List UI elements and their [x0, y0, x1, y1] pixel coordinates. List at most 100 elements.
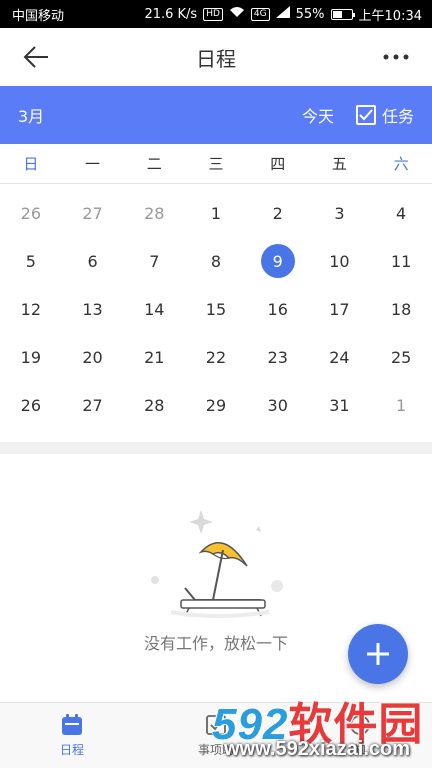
- calendar-day-number: 27: [82, 203, 103, 223]
- calendar-day-number: 22: [205, 347, 227, 367]
- calendar-day[interactable]: 13: [62, 285, 124, 333]
- calendar-day-number: 2: [272, 203, 283, 223]
- calendar-day[interactable]: 8: [185, 237, 247, 285]
- calendar-day[interactable]: 25: [370, 333, 432, 381]
- calendar-day[interactable]: 11: [370, 237, 432, 285]
- calendar-icon: [62, 714, 82, 735]
- calendar-day-selected[interactable]: 9: [247, 237, 309, 285]
- calendar-day[interactable]: 18: [370, 285, 432, 333]
- info-icon: [350, 715, 370, 735]
- task-assistant-icon: [206, 715, 226, 735]
- calendar-grid: 26 27 28 1 2 3 4 5 6 7 8 9 10 11 12 13 14 15 16 17 18 19 20 21 2…: [0, 184, 432, 440]
- calendar-day[interactable]: 30: [247, 381, 309, 429]
- weekday-label: 六: [393, 155, 409, 173]
- calendar-day-number: 14: [144, 299, 165, 319]
- page-title: 日程: [196, 46, 236, 71]
- calendar-day[interactable]: 21: [123, 333, 185, 381]
- calendar-day[interactable]: 7: [123, 237, 185, 285]
- calendar-day[interactable]: 17: [309, 285, 371, 333]
- battery-fill: [332, 10, 343, 18]
- nav-label-tasks: 事项助: [197, 743, 234, 757]
- calendar-day[interactable]: 27: [62, 189, 124, 237]
- calendar-day-number: 27: [82, 395, 103, 415]
- network-speed: 21.6 K/s: [144, 6, 198, 22]
- calendar-day[interactable]: 26: [0, 189, 62, 237]
- task-checkbox[interactable]: [355, 105, 376, 125]
- carrier-label: 中国移动: [12, 8, 65, 24]
- empty-state-text: 没有工作，放松一下: [143, 634, 288, 653]
- calendar-day[interactable]: 14: [123, 285, 185, 333]
- battery-icon: [330, 8, 355, 20]
- calendar-day-number: 29: [205, 395, 227, 415]
- battery-percent: 55%: [295, 6, 325, 22]
- weekday-label: 三: [208, 155, 224, 173]
- calendar-day-number: 3: [334, 203, 345, 223]
- calendar-day[interactable]: 28: [123, 381, 185, 429]
- calendar-day[interactable]: 4: [370, 189, 432, 237]
- calendar-day[interactable]: 16: [247, 285, 309, 333]
- beach-umbrella-icon: [151, 510, 283, 618]
- calendar-day[interactable]: 12: [0, 285, 62, 333]
- calendar-day[interactable]: 27: [62, 381, 124, 429]
- calendar-day[interactable]: 29: [185, 381, 247, 429]
- calendar-day[interactable]: 6: [62, 237, 124, 285]
- weekday-label: 二: [146, 155, 162, 173]
- calendar-day-number: 4: [396, 203, 407, 223]
- month-bar-actions: 今天 任务: [302, 103, 414, 127]
- calendar-day[interactable]: 10: [309, 237, 371, 285]
- calendar-day[interactable]: 5: [0, 237, 62, 285]
- today-button[interactable]: 今天: [302, 103, 334, 127]
- calendar-day-number: 10: [329, 251, 350, 271]
- calendar-day-number: 11: [390, 251, 412, 271]
- nav-item-info[interactable]: 知: [288, 703, 432, 768]
- calendar-day[interactable]: 23: [247, 333, 309, 381]
- wifi-icon: [229, 6, 245, 22]
- calendar-day-number: 28: [144, 203, 165, 223]
- calendar-day[interactable]: 22: [185, 333, 247, 381]
- calendar-day[interactable]: 24: [309, 333, 371, 381]
- calendar-day-number: 17: [329, 299, 350, 319]
- add-schedule-button[interactable]: [348, 624, 408, 684]
- calendar-day[interactable]: 3: [309, 189, 371, 237]
- calendar-day-number: 8: [210, 251, 222, 271]
- calendar-day-number: 30: [267, 395, 288, 415]
- calendar-day-number: 1: [396, 395, 407, 415]
- weekday-label: 一: [85, 155, 101, 173]
- calendar-day[interactable]: 20: [62, 333, 124, 381]
- calendar-day[interactable]: 1: [185, 189, 247, 237]
- check-icon: [359, 109, 373, 121]
- calendar-day-number: 26: [20, 203, 42, 223]
- calendar-day[interactable]: 19: [0, 333, 62, 381]
- nav-item-schedule[interactable]: 日程: [0, 703, 144, 768]
- task-toggle[interactable]: 任务: [355, 103, 414, 127]
- calendar-day-number: 12: [20, 299, 42, 319]
- back-button[interactable]: [16, 37, 56, 77]
- calendar-day-number: 23: [267, 347, 288, 367]
- calendar-day[interactable]: 28: [123, 189, 185, 237]
- calendar-day-number: 19: [20, 347, 42, 367]
- calendar-day-number: 6: [87, 251, 98, 271]
- month-bar: 3月 今天 任务: [0, 86, 432, 144]
- arrow-left-icon: [23, 46, 48, 68]
- calendar-day[interactable]: 15: [185, 285, 247, 333]
- calendar-day-number: 7: [149, 251, 160, 271]
- nav-label-schedule: 日程: [59, 743, 84, 757]
- more-dots-icon: [383, 54, 409, 60]
- calendar-day-number: 24: [329, 347, 350, 367]
- calendar-day[interactable]: 2: [247, 189, 309, 237]
- status-indicators: 21.6 K/s HD 4G 55% 上午10:34: [144, 5, 422, 24]
- calendar-day-number: 25: [390, 347, 412, 367]
- nav-item-tasks[interactable]: 事项助: [144, 703, 288, 768]
- calendar-day-number: 1: [210, 203, 222, 223]
- weekday-label: 五: [331, 155, 347, 173]
- calendar-day[interactable]: 1: [370, 381, 432, 429]
- calendar-day[interactable]: 31: [309, 381, 371, 429]
- weekday-header: 日一二三四五六: [0, 144, 432, 184]
- calendar-day-number: 18: [390, 299, 412, 319]
- weekday-label: 四: [270, 155, 286, 173]
- more-button[interactable]: [376, 37, 416, 77]
- hd-badge: HD: [203, 7, 223, 21]
- calendar-day-number: 20: [82, 347, 103, 367]
- month-label[interactable]: 3月: [18, 103, 44, 127]
- calendar-day[interactable]: 26: [0, 381, 62, 429]
